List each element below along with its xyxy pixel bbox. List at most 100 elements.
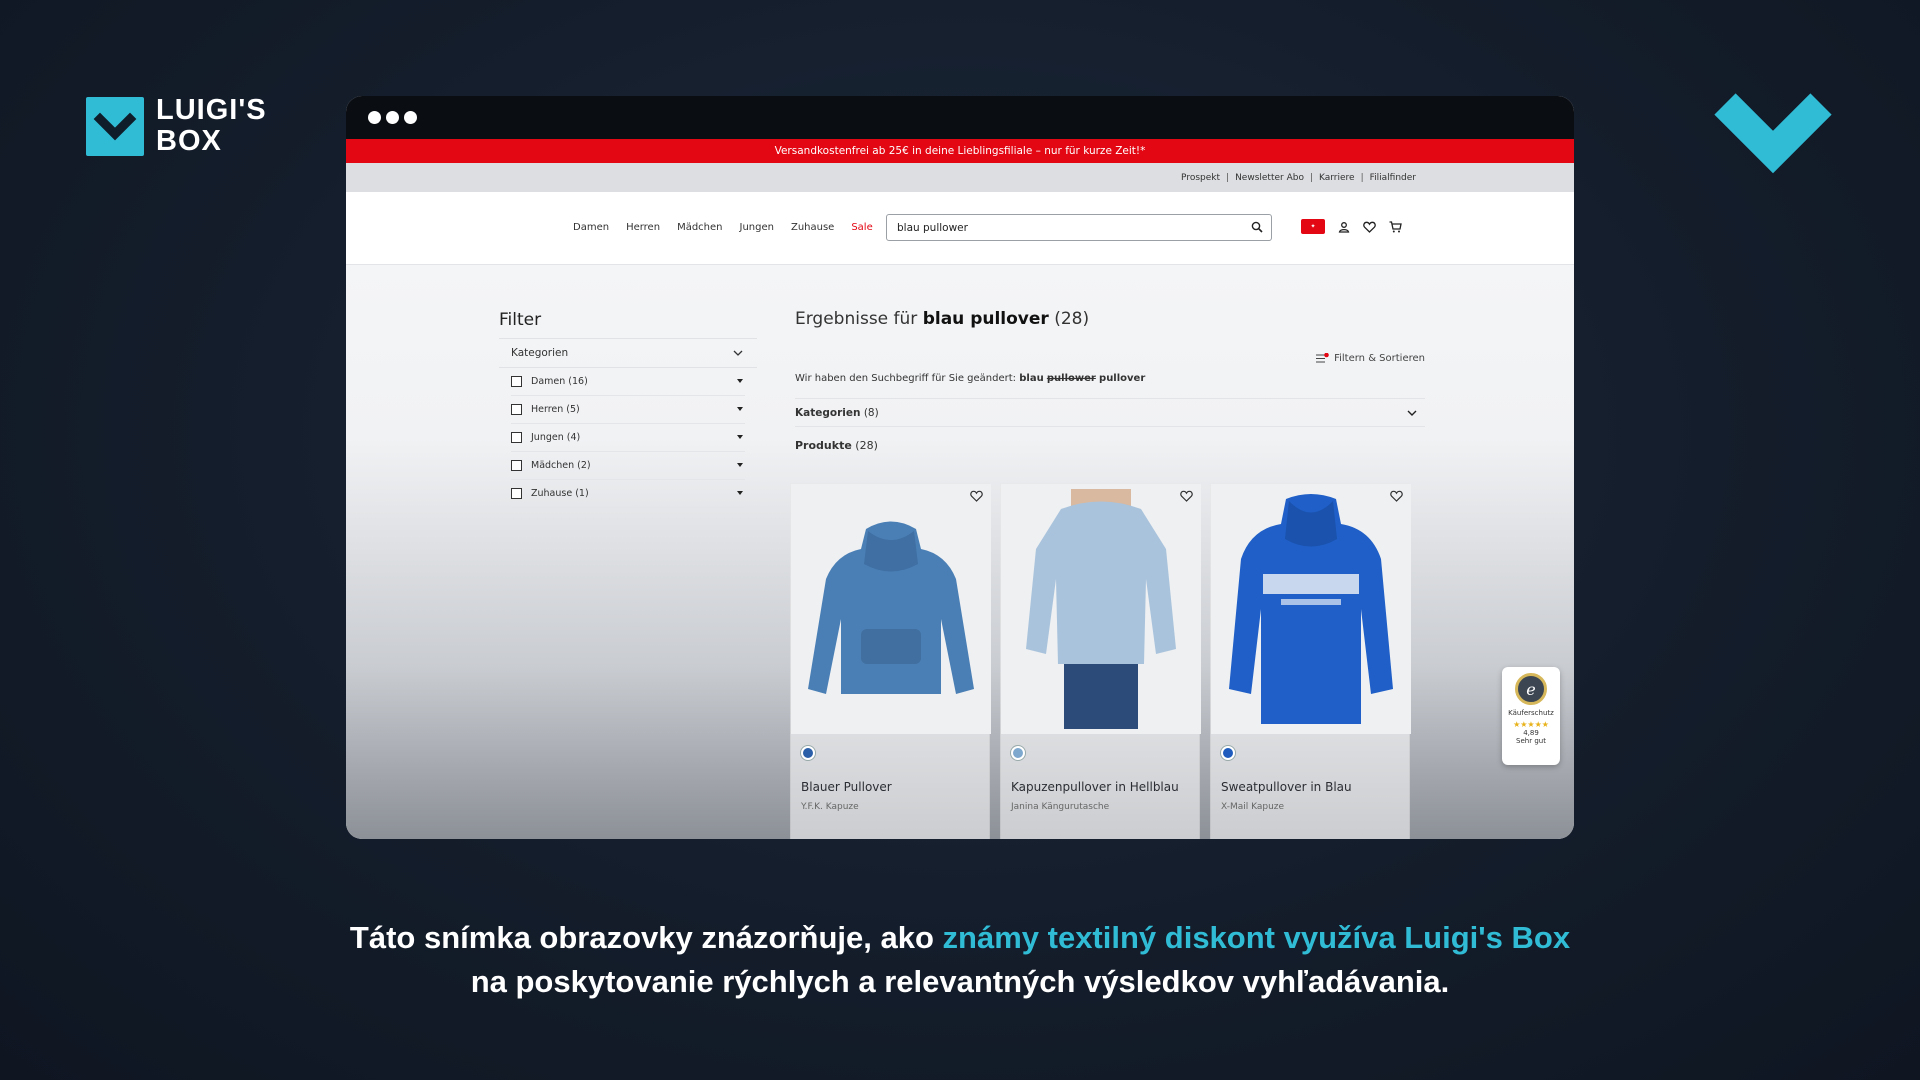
- expand-caret-icon[interactable]: [737, 491, 743, 495]
- search-results-page: Filter Kategorien Damen (16) Herren (5) …: [346, 265, 1574, 839]
- trusted-shops-badge[interactable]: e Käuferschutz ★★★★★ 4,89 Sehr gut: [1502, 667, 1560, 765]
- window-dot-icon: [404, 111, 417, 124]
- search-icon[interactable]: [1251, 221, 1263, 233]
- filter-option-jungen[interactable]: Jungen (4): [511, 424, 745, 452]
- expand-caret-icon[interactable]: [737, 407, 743, 411]
- caption-line-1: Táto snímka obrazovky znázorňuje, ako zn…: [0, 916, 1920, 960]
- nav-sale[interactable]: Sale: [851, 222, 872, 233]
- categories-count: (8): [863, 406, 879, 419]
- wishlist-heart-icon[interactable]: [1363, 221, 1376, 233]
- filter-title: Filter: [499, 310, 542, 330]
- product-name[interactable]: Sweatpullover in Blau: [1221, 780, 1352, 794]
- chevron-down-icon[interactable]: [733, 350, 743, 356]
- checkbox[interactable]: [511, 488, 522, 499]
- product-image[interactable]: [1211, 484, 1411, 734]
- expand-caret-icon[interactable]: [737, 463, 743, 467]
- account-icon[interactable]: [1338, 221, 1350, 233]
- search-input[interactable]: blau pullower: [886, 214, 1272, 241]
- trust-rating: 4,89: [1523, 729, 1539, 737]
- chevron-down-icon[interactable]: [1407, 410, 1417, 416]
- products-heading: Produkte (28): [795, 439, 878, 452]
- results-prefix: Ergebnisse für: [795, 309, 918, 329]
- product-name[interactable]: Blauer Pullover: [801, 780, 892, 794]
- product-subtitle: Y.F.K. Kapuze: [801, 802, 859, 812]
- favorite-heart-icon[interactable]: [1390, 490, 1403, 502]
- product-subtitle: X-Mail Kapuze: [1221, 802, 1285, 812]
- filter-option-label: Mädchen (2): [531, 460, 591, 471]
- caption-highlight: známy textilný diskont využíva Luigi's B…: [942, 920, 1571, 955]
- promo-banner[interactable]: Versandkostenfrei ab 25€ in deine Liebli…: [346, 139, 1574, 163]
- main-nav: Damen Herren Mädchen Jungen Zuhause Sale…: [346, 192, 1574, 265]
- browser-titlebar: [346, 96, 1574, 139]
- nav-maedchen[interactable]: Mädchen: [677, 222, 722, 233]
- top-link-newsletter[interactable]: Newsletter Abo: [1235, 173, 1304, 183]
- color-swatch[interactable]: [801, 746, 815, 760]
- filter-sliders-icon: [1316, 353, 1329, 363]
- product-card[interactable]: Sweatpullover in Blau X-Mail Kapuze: [1210, 483, 1411, 839]
- favorite-heart-icon[interactable]: [970, 490, 983, 502]
- expand-caret-icon[interactable]: [737, 379, 743, 383]
- search-value: blau pullower: [897, 221, 968, 234]
- product-card[interactable]: Blauer Pullover Y.F.K. Kapuze: [790, 483, 991, 839]
- nav-jungen[interactable]: Jungen: [740, 222, 774, 233]
- filter-sort-button[interactable]: Filtern & Sortieren: [1316, 353, 1425, 364]
- filter-section-label: Kategorien: [511, 347, 569, 359]
- top-link-filialfinder[interactable]: Filialfinder: [1370, 173, 1416, 183]
- expand-caret-icon[interactable]: [737, 435, 743, 439]
- product-image[interactable]: [1001, 484, 1201, 734]
- rating-stars-icon: ★★★★★: [1513, 720, 1549, 729]
- filter-option-label: Zuhause (1): [531, 488, 589, 499]
- luigis-box-logo: LUIGI'S BOX: [86, 95, 267, 157]
- window-dot-icon: [368, 111, 381, 124]
- nav-herren[interactable]: Herren: [626, 222, 660, 233]
- nav-zuhause[interactable]: Zuhause: [791, 222, 834, 233]
- top-link-prospekt[interactable]: Prospekt: [1181, 173, 1220, 183]
- top-links: Prospekt | Newsletter Abo | Karriere | F…: [346, 163, 1574, 192]
- trust-label: Käuferschutz: [1508, 709, 1554, 717]
- checkbox[interactable]: [511, 376, 522, 387]
- trust-verdict: Sehr gut: [1516, 737, 1546, 745]
- checkbox[interactable]: [511, 404, 522, 415]
- trusted-seal-icon: e: [1515, 673, 1547, 705]
- filter-sort-label: Filtern & Sortieren: [1334, 353, 1425, 364]
- caption-line-2: na poskytovanie rýchlych a relevantných …: [470, 964, 1450, 999]
- header-icons: ✦: [1301, 219, 1402, 234]
- checkbox[interactable]: [511, 432, 522, 443]
- nav-damen[interactable]: Damen: [573, 222, 609, 233]
- filter-option-zuhause[interactable]: Zuhause (1): [511, 480, 745, 508]
- product-grid: Blauer Pullover Y.F.K. Kapuze Kapuzenpul…: [790, 483, 1411, 839]
- product-name[interactable]: Kapuzenpullover in Hellblau: [1011, 780, 1179, 794]
- color-swatch[interactable]: [1011, 746, 1025, 760]
- products-label: Produkte: [795, 439, 852, 452]
- checkbox[interactable]: [511, 460, 522, 471]
- product-image[interactable]: [791, 484, 991, 734]
- filter-option-maedchen[interactable]: Mädchen (2): [511, 452, 745, 480]
- product-card[interactable]: Kapuzenpullover in Hellblau Janina Kängu…: [1000, 483, 1201, 839]
- results-heading: Ergebnisse für blau pullover (28): [795, 309, 1425, 329]
- favorite-heart-icon[interactable]: [1180, 490, 1193, 502]
- categories-label: Kategorien: [795, 406, 861, 419]
- color-swatch[interactable]: [1221, 746, 1235, 760]
- results-count: (28): [1054, 309, 1090, 329]
- top-link-karriere[interactable]: Karriere: [1319, 173, 1355, 183]
- filter-panel: Filter Kategorien Damen (16) Herren (5) …: [499, 310, 757, 508]
- cart-icon[interactable]: [1389, 220, 1402, 233]
- correction-new-word: pullover: [1099, 373, 1146, 384]
- logo-text: LUIGI'S BOX: [156, 95, 267, 157]
- results-query: blau pullover: [922, 309, 1049, 329]
- results-panel: Ergebnisse für blau pullover (28) Filter…: [795, 309, 1425, 452]
- store-logo-icon[interactable]: ✦: [1301, 219, 1325, 234]
- browser-window: Versandkostenfrei ab 25€ in deine Liebli…: [346, 96, 1574, 839]
- filter-option-herren[interactable]: Herren (5): [511, 396, 745, 424]
- filter-option-damen[interactable]: Damen (16): [511, 368, 745, 396]
- product-subtitle: Janina Kängurutasche: [1011, 802, 1110, 812]
- filter-option-label: Jungen (4): [531, 432, 581, 443]
- filter-option-label: Herren (5): [531, 404, 580, 415]
- caption-text: Táto snímka obrazovky znázorňuje, ako: [349, 920, 943, 955]
- correction-text: Wir haben den Suchbegriff für Sie geände…: [795, 373, 1017, 384]
- correction-struck-word: pullower: [1046, 373, 1096, 384]
- filter-section-kategorien[interactable]: Kategorien: [499, 338, 757, 368]
- categories-accordion[interactable]: Kategorien (8): [795, 398, 1425, 427]
- logo-line-2: BOX: [156, 125, 222, 157]
- filter-option-label: Damen (16): [531, 376, 588, 387]
